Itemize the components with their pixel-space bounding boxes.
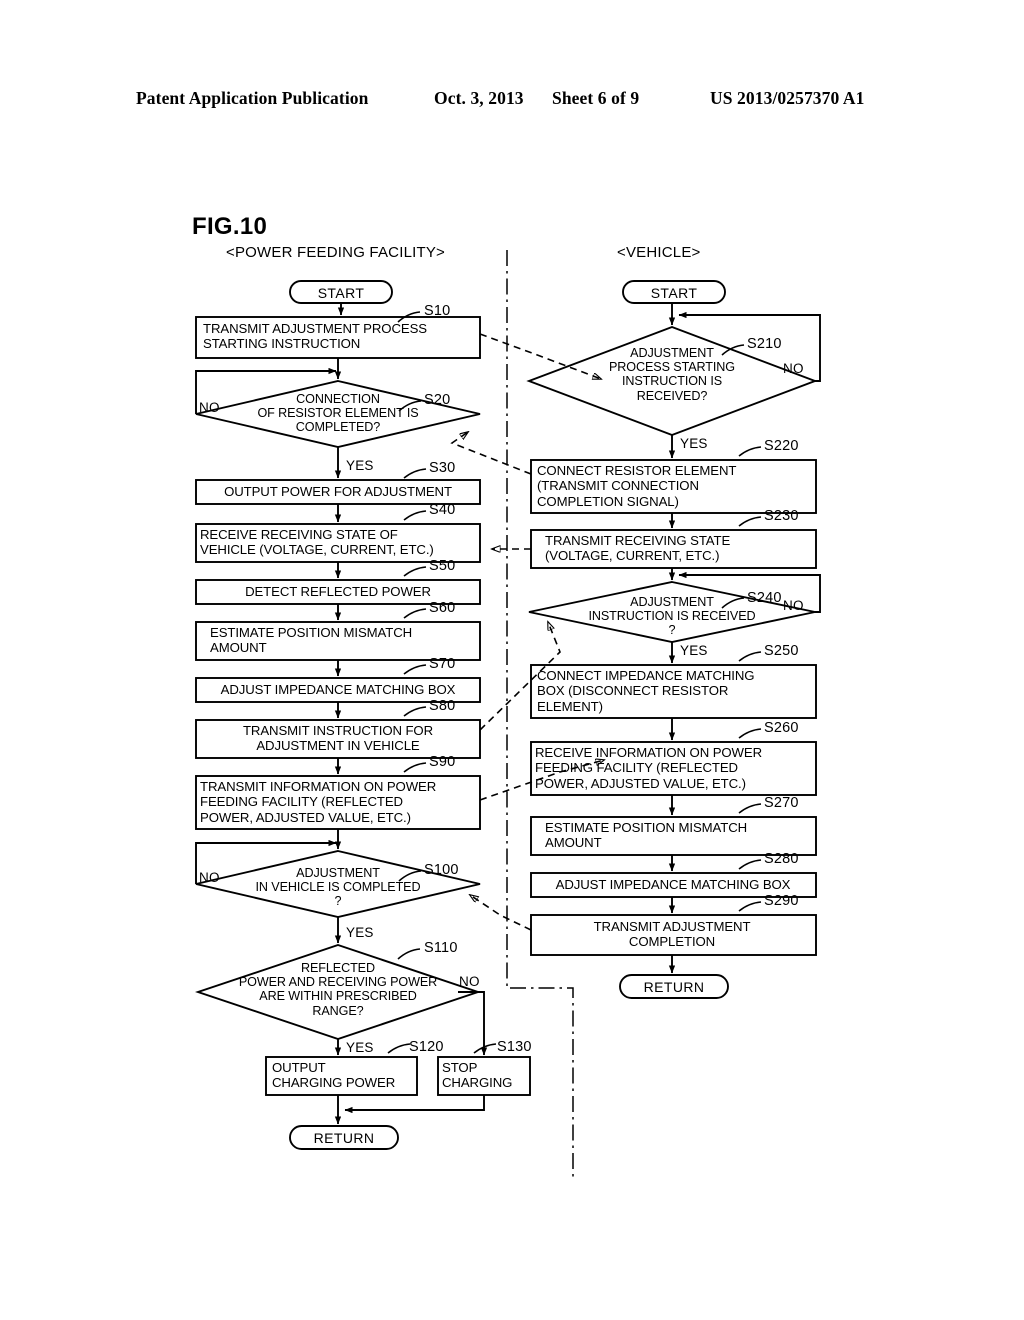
node-S130-id: S130: [497, 1039, 532, 1055]
node-S40-text: RECEIVE RECEIVING STATE OF VEHICLE (VOLT…: [200, 527, 434, 558]
node-S110-no-label: NO: [459, 974, 480, 989]
leader-S270: [738, 803, 762, 814]
node-S280-id: S280: [764, 851, 799, 867]
leader-S40: [403, 510, 427, 521]
node-S20-no-label: NO: [199, 400, 220, 415]
node-S20-text: CONNECTION OF RESISTOR ELEMENT IS COMPLE…: [257, 392, 419, 435]
leader-S220: [738, 446, 762, 457]
arrow-S130-join: [344, 1095, 485, 1114]
right-return-label: RETURN: [643, 979, 705, 995]
node-S110-text: REFLECTED POWER AND RECEIVING POWER ARE …: [238, 961, 438, 1018]
node-S10-id: S10: [424, 303, 451, 319]
link-S220-to-S20: [450, 432, 532, 475]
node-S240-yes-label: YES: [680, 643, 708, 658]
leader-S110: [397, 948, 421, 960]
node-S100-id: S100: [424, 862, 459, 878]
link-S10-to-S210: [479, 333, 601, 379]
node-S210-text: ADJUSTMENT PROCESS STARTING INSTRUCTION …: [609, 346, 735, 403]
node-S50-id: S50: [429, 558, 456, 574]
node-S230-text: TRANSMIT RECEIVING STATE (VOLTAGE, CURRE…: [545, 533, 731, 564]
node-S240-id: S240: [747, 590, 782, 606]
node-S100-yes-label: YES: [346, 925, 374, 940]
leader-S60: [403, 608, 427, 619]
node-S220-id: S220: [764, 438, 799, 454]
node-S120-id: S120: [409, 1039, 444, 1055]
node-S110-yes-label: YES: [346, 1040, 374, 1055]
node-S70-text: ADJUST IMPEDANCE MATCHING BOX: [220, 682, 456, 697]
right-start-label: START: [650, 285, 698, 301]
node-S60-id: S60: [429, 600, 456, 616]
leader-S90: [403, 762, 427, 773]
leader-S250: [738, 651, 762, 662]
node-S80-id: S80: [429, 698, 456, 714]
node-S120-text: OUTPUT CHARGING POWER: [272, 1060, 396, 1091]
node-S250-id: S250: [764, 643, 799, 659]
node-S240-no-label: NO: [783, 598, 804, 613]
patent-drawing-page: Patent Application Publication Oct. 3, 2…: [0, 0, 1024, 1320]
node-S210-no-label: NO: [783, 361, 804, 376]
leader-S130: [473, 1043, 497, 1054]
node-S100-text: ADJUSTMENT IN VEHICLE IS COMPLETED ?: [255, 866, 421, 909]
node-S90-text: TRANSMIT INFORMATION ON POWER FEEDING FA…: [200, 779, 437, 825]
leader-S260: [738, 728, 762, 739]
node-S260-text: RECEIVE INFORMATION ON POWER FEEDING FAC…: [535, 745, 763, 791]
node-S290-text: TRANSMIT ADJUSTMENT COMPLETION: [593, 919, 751, 950]
node-S210-yes-label: YES: [680, 436, 708, 451]
node-S210-id: S210: [747, 336, 782, 352]
flowchart-vector-layer: [195, 250, 821, 1180]
node-S90-id: S90: [429, 754, 456, 770]
node-S30-text: OUTPUT POWER FOR ADJUSTMENT: [224, 484, 452, 499]
node-S270-text: ESTIMATE POSITION MISMATCH AMOUNT: [545, 820, 748, 851]
node-S80-text: TRANSMIT INSTRUCTION FOR ADJUSTMENT IN V…: [242, 723, 434, 754]
leader-S80: [403, 706, 427, 717]
leader-S230: [738, 516, 762, 527]
node-S70-id: S70: [429, 656, 456, 672]
leader-S70: [403, 664, 427, 675]
node-S260-id: S260: [764, 720, 799, 736]
arrow-S110-no-to-S130: [458, 991, 488, 1056]
leader-S290: [738, 901, 762, 912]
node-S290-id: S290: [764, 893, 799, 909]
node-S20-id: S20: [424, 392, 451, 408]
node-S40-id: S40: [429, 502, 456, 518]
node-S250-text: CONNECT IMPEDANCE MATCHING BOX (DISCONNE…: [537, 668, 755, 714]
leader-S280: [738, 859, 762, 870]
link-S290-to-S100: [470, 895, 532, 931]
leader-S120: [387, 1043, 411, 1054]
leader-S50: [403, 566, 427, 577]
node-S130-text: STOP CHARGING: [442, 1060, 513, 1091]
left-return-label: RETURN: [313, 1130, 375, 1146]
left-start-label: START: [317, 285, 365, 301]
node-S50-text: DETECT REFLECTED POWER: [245, 584, 431, 599]
leader-S30: [403, 468, 427, 479]
node-S30-id: S30: [429, 460, 456, 476]
node-S100-no-label: NO: [199, 870, 220, 885]
node-S10-text: TRANSMIT ADJUSTMENT PROCESS STARTING INS…: [203, 321, 427, 352]
node-S110-id: S110: [424, 940, 458, 956]
node-S230-id: S230: [764, 508, 799, 524]
node-S270-id: S270: [764, 795, 799, 811]
node-S60-text: ESTIMATE POSITION MISMATCH AMOUNT: [210, 625, 413, 656]
node-S220-text: CONNECT RESISTOR ELEMENT (TRANSMIT CONNE…: [537, 463, 737, 509]
node-S280-text: ADJUST IMPEDANCE MATCHING BOX: [555, 877, 791, 892]
node-S20-yes-label: YES: [346, 458, 374, 473]
